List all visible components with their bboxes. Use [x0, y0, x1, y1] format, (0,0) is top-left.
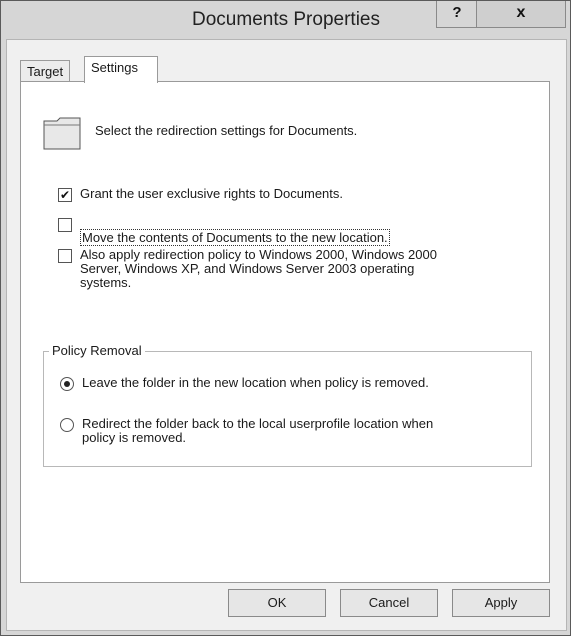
radio-label[interactable]: Leave the folder in the new location whe…: [82, 376, 429, 390]
folder-icon: [43, 117, 81, 150]
title-bar[interactable]: Documents Properties ? x: [1, 1, 570, 39]
checkbox-box[interactable]: ✔: [58, 188, 72, 202]
checkbox-label[interactable]: Also apply redirection policy to Windows…: [80, 248, 437, 290]
window-title: Documents Properties: [192, 9, 380, 30]
apply-button[interactable]: Apply: [452, 589, 550, 617]
checkbox-label-wrap[interactable]: Move the contents of Documents to the ne…: [80, 217, 390, 246]
group-title: Policy Removal: [49, 343, 145, 358]
checkbox-label[interactable]: Move the contents of Documents to the ne…: [80, 229, 390, 246]
close-button[interactable]: x: [476, 1, 566, 28]
radio-button[interactable]: [60, 377, 74, 391]
ok-button[interactable]: OK: [228, 589, 326, 617]
radio-label[interactable]: Redirect the folder back to the local us…: [82, 417, 433, 445]
checkbox-box[interactable]: [58, 218, 72, 232]
checkbox-label[interactable]: Grant the user exclusive rights to Docum…: [80, 187, 343, 201]
properties-dialog: Documents Properties ? x Target Settings…: [0, 0, 571, 636]
intro-text: Select the redirection settings for Docu…: [95, 123, 358, 138]
dialog-client-area: Target Settings Select the redirection s…: [6, 39, 567, 631]
settings-panel: Select the redirection settings for Docu…: [20, 81, 550, 583]
help-button[interactable]: ?: [436, 1, 478, 28]
tab-target[interactable]: Target: [20, 60, 70, 82]
radio-button[interactable]: [60, 418, 74, 432]
checkbox-box[interactable]: [58, 249, 72, 263]
tab-settings[interactable]: Settings: [84, 56, 158, 83]
cancel-button[interactable]: Cancel: [340, 589, 438, 617]
policy-removal-group: Policy Removal Leave the folder in the n…: [43, 343, 532, 467]
radio-selected-dot: [64, 381, 70, 387]
